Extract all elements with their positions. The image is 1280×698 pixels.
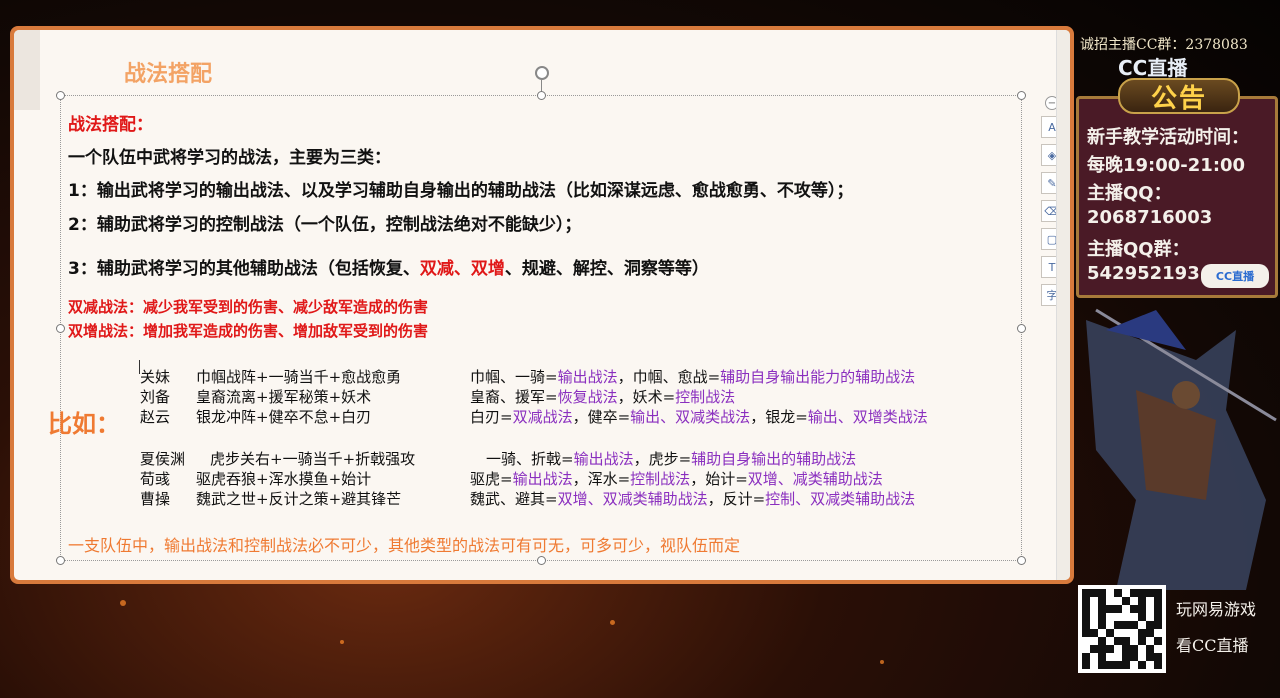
general-name: 赵云 — [140, 408, 171, 426]
example-note: 皇裔、援军=恢复战法，妖术=控制战法 — [470, 386, 735, 407]
rotate-handle[interactable] — [535, 66, 549, 80]
example-skills: 夏侯渊 虎步关右+一骑当千+折戟强攻 — [140, 448, 415, 469]
skill-combo: 皇裔流离+援军秘策+妖术 — [196, 388, 372, 406]
ember-spark — [340, 640, 344, 644]
skill-abbrev: ，银龙= — [750, 408, 808, 426]
skill-type-highlight: 输出战法 — [557, 368, 618, 386]
promo-line-1: 玩网易游戏 — [1176, 600, 1257, 619]
skill-abbrev: ，虎步= — [633, 450, 692, 468]
skill-abbrev: 魏武、避其= — [470, 490, 558, 508]
skill-abbrev: ，始计= — [690, 470, 748, 488]
resize-handle-nw[interactable] — [56, 91, 65, 100]
example-note: 驱虎=输出战法，浑水=控制战法，始计=双增、减类辅助战法 — [470, 468, 883, 489]
general-name: 关妹 — [140, 368, 171, 386]
skill-type-highlight: 控制战法 — [675, 388, 736, 406]
example-note: 巾帼、一骑=输出战法，巾帼、愈战=辅助自身输出能力的辅助战法 — [470, 366, 915, 387]
point-3-suffix: 、规避、解控、洞察等等） — [504, 259, 709, 279]
announcement-title: 公告 — [1150, 83, 1207, 114]
point-3-highlight: 双减、双增 — [419, 259, 505, 279]
resize-handle-ne[interactable] — [1017, 91, 1026, 100]
example-note: 白刃=双减战法，健卒=输出、双减类战法，银龙=输出、双增类战法 — [470, 406, 928, 427]
definition-reduce: 双减战法：减少我军受到的伤害、减少敌军造成的伤害 — [68, 298, 429, 316]
definition-increase: 双增战法：增加我军造成的伤害、增加敌军受到的伤害 — [68, 322, 429, 340]
notice-line: 新手教学活动时间： — [1087, 127, 1249, 148]
conclusion-text: 一支队伍中，输出战法和控制战法必不可少，其他类型的战法可有可无，可多可少，视队伍… — [68, 536, 741, 555]
promo-line-2: 看CC直播 — [1176, 636, 1249, 655]
skill-abbrev: 巾帼、一骑= — [470, 368, 558, 386]
point-3: 3：辅助武将学习的其他辅助战法（包括恢复、双减、双增、规避、解控、洞察等等） — [68, 254, 709, 279]
skill-abbrev: ，妖术= — [617, 388, 676, 406]
skill-type-highlight: 控制战法 — [630, 470, 691, 488]
skill-combo: 巾帼战阵+一骑当千+愈战愈勇 — [196, 368, 402, 386]
skill-combo: 银龙冲阵+健卒不怠+白刃 — [196, 408, 372, 426]
presentation-slide: 战法搭配 战法搭配： 一个队伍中武将学习的战法，主要为三类： 1：输出武将学习的… — [14, 30, 1070, 580]
resize-handle-n[interactable] — [537, 91, 546, 100]
slide-frame: 战法搭配 战法搭配： 一个队伍中武将学习的战法，主要为三类： 1：输出武将学习的… — [10, 26, 1074, 584]
qr-pattern — [1082, 589, 1162, 669]
notice-line: 每晚19:00-21:00 — [1087, 155, 1246, 176]
ember-spark — [880, 660, 884, 664]
skill-combo: 魏武之世+反计之策+避其锋芒 — [196, 490, 402, 508]
general-name: 夏侯渊 — [140, 450, 186, 468]
skill-type-highlight: 双减战法 — [512, 408, 573, 426]
intro-text: 一个队伍中武将学习的战法，主要为三类： — [68, 148, 391, 168]
resize-handle-w[interactable] — [56, 324, 65, 333]
example-note: 魏武、避其=双增、双减类辅助战法，反计=控制、双减类辅助战法 — [470, 488, 915, 509]
cc-badge-logo: CC直播 — [1201, 264, 1269, 288]
notice-board: 新手教学活动时间： 每晚19:00-21:00 主播QQ： 2068716003 主播Q… — [1076, 96, 1278, 298]
skill-abbrev: 白刃= — [470, 408, 513, 426]
skill-type-highlight: 输出战法 — [512, 470, 573, 488]
notice-line: 主播QQ群： — [1087, 239, 1190, 260]
skill-type-highlight: 输出、双减类战法 — [630, 408, 751, 426]
example-note: 一骑、折戟=输出战法，虎步=辅助自身输出的辅助战法 — [486, 448, 856, 469]
example-skills: 刘备 皇裔流离+援军秘策+妖术 — [140, 386, 371, 407]
skill-type-highlight: 控制、双减类辅助战法 — [765, 490, 916, 508]
ember-spark — [120, 600, 126, 606]
skill-type-highlight: 恢复战法 — [557, 388, 618, 406]
general-name: 刘备 — [140, 388, 171, 406]
qr-code — [1078, 585, 1166, 673]
point-2: 2：辅助武将学习的控制战法（一个队伍，控制战法绝对不能缺少）； — [68, 215, 582, 235]
example-skills: 赵云 银龙冲阵+健卒不怠+白刃 — [140, 406, 371, 427]
notice-line: 主播QQ： — [1087, 183, 1172, 204]
general-name: 曹操 — [140, 490, 171, 508]
skill-type-highlight: 双增、双减类辅助战法 — [557, 490, 708, 508]
section-title: 战法搭配： — [68, 115, 153, 135]
point-3-prefix: 3：辅助武将学习的其他辅助战法（包括恢复、 — [68, 259, 420, 279]
resize-handle-sw[interactable] — [56, 556, 65, 565]
skill-abbrev: ，健卒= — [572, 408, 631, 426]
resize-handle-e[interactable] — [1017, 324, 1026, 333]
warrior-illustration — [1086, 308, 1277, 590]
recruit-text: 诚招主播CC群：2378083 — [1080, 37, 1248, 53]
slide-thumbnail-strip — [14, 30, 40, 110]
skill-abbrev: 一骑、折戟= — [486, 450, 574, 468]
vertical-scrollbar[interactable] — [1056, 30, 1070, 580]
notice-line: 542952193 — [1087, 263, 1200, 284]
skill-type-highlight: 双增、减类辅助战法 — [747, 470, 883, 488]
resize-handle-s[interactable] — [537, 556, 546, 565]
skill-abbrev: 皇裔、援军= — [470, 388, 558, 406]
example-label: 比如： — [48, 410, 120, 438]
resize-handle-se[interactable] — [1017, 556, 1026, 565]
skill-combo: 虎步关右+一骑当千+折戟强攻 — [210, 450, 416, 468]
ember-spark — [610, 620, 615, 625]
skill-abbrev: ，巾帼、愈战= — [617, 368, 721, 386]
general-name: 荀彧 — [140, 470, 171, 488]
skill-type-highlight: 辅助自身输出能力的辅助战法 — [720, 368, 916, 386]
skill-type-highlight: 辅助自身输出的辅助战法 — [691, 450, 857, 468]
slide-header-title: 战法搭配 — [124, 62, 213, 87]
skill-type-highlight: 输出、双增类战法 — [807, 408, 928, 426]
example-skills: 关妹 巾帼战阵+一骑当千+愈战愈勇 — [140, 366, 401, 387]
point-1: 1：输出武将学习的输出战法、以及学习辅助自身输出的辅助战法（比如深谋远虑、愈战愈… — [68, 181, 854, 201]
announcement-banner: 公告 — [1118, 78, 1240, 114]
skill-abbrev: 驱虎= — [470, 470, 513, 488]
notice-line: 2068716003 — [1087, 207, 1213, 228]
skill-abbrev: ，反计= — [707, 490, 766, 508]
skill-type-highlight: 输出战法 — [573, 450, 634, 468]
example-skills: 曹操 魏武之世+反计之策+避其锋芒 — [140, 488, 401, 509]
skill-combo: 驱虎吞狼+浑水摸鱼+始计 — [196, 470, 372, 488]
example-skills: 荀彧 驱虎吞狼+浑水摸鱼+始计 — [140, 468, 371, 489]
skill-abbrev: ，浑水= — [572, 470, 631, 488]
